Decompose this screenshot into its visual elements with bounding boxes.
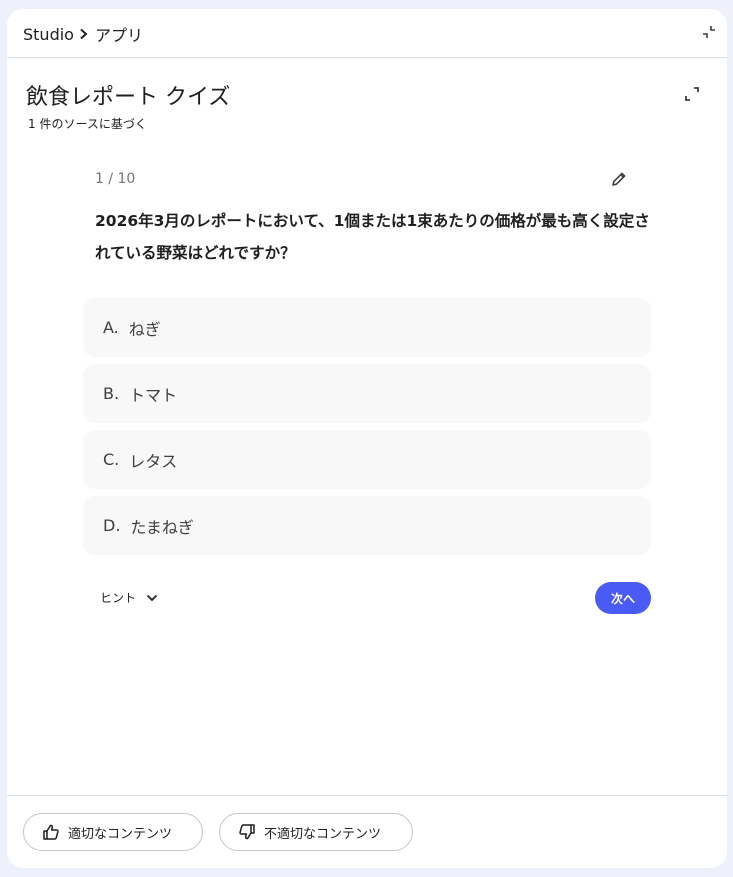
option-text: たまねぎ	[130, 517, 194, 537]
next-button[interactable]: 次へ	[595, 582, 651, 614]
breadcrumb: Studio アプリ	[23, 22, 143, 46]
option-letter: D.	[103, 516, 121, 535]
option-b[interactable]: B. トマト	[83, 364, 651, 423]
studio-panel: Studio アプリ 飲食レポート クイズ 1 件のソースに基づく 1 / 10	[7, 9, 727, 868]
bad-content-button[interactable]: 不適切なコンテンツ	[219, 813, 413, 851]
breadcrumb-studio[interactable]: Studio	[23, 25, 74, 44]
hint-label: ヒント	[100, 591, 137, 605]
good-content-button[interactable]: 適切なコンテンツ	[23, 813, 203, 851]
question-progress: 1 / 10	[95, 171, 136, 187]
hint-toggle[interactable]: ヒント	[100, 589, 158, 606]
collapse-button[interactable]	[701, 24, 717, 40]
top-bar: Studio アプリ	[7, 9, 727, 58]
feedback-bar: 適切なコンテンツ 不適切なコンテンツ	[7, 795, 727, 868]
pencil-icon	[610, 170, 628, 188]
chevron-down-icon	[146, 594, 158, 602]
good-content-label: 適切なコンテンツ	[68, 826, 173, 842]
option-c[interactable]: C. レタス	[83, 430, 651, 489]
breadcrumb-current: アプリ	[94, 26, 143, 45]
fullscreen-icon	[684, 86, 700, 102]
thumb-up-icon	[42, 823, 60, 841]
option-letter: C.	[103, 450, 120, 469]
fullscreen-button[interactable]	[683, 85, 701, 103]
option-letter: B.	[103, 384, 120, 403]
edit-button[interactable]	[608, 168, 630, 190]
option-a[interactable]: A. ねぎ	[83, 298, 651, 357]
answer-options: A. ねぎ B. トマト C. レタス D. たまねぎ	[83, 298, 651, 562]
source-count: 1 件のソースに基づく	[28, 117, 147, 131]
bad-content-label: 不適切なコンテンツ	[264, 826, 382, 842]
collapse-icon	[702, 25, 716, 39]
option-text: ねぎ	[128, 319, 161, 339]
option-letter: A.	[103, 318, 119, 337]
option-text: レタス	[129, 451, 178, 471]
option-d[interactable]: D. たまねぎ	[83, 496, 651, 555]
thumb-down-icon	[238, 823, 256, 841]
question-text: 2026年3月のレポートにおいて、1個または1束あたりの価格が最も高く設定されて…	[95, 212, 650, 262]
option-text: トマト	[129, 385, 178, 405]
quiz-title: 飲食レポート クイズ	[26, 85, 231, 110]
chevron-right-icon	[79, 28, 89, 40]
